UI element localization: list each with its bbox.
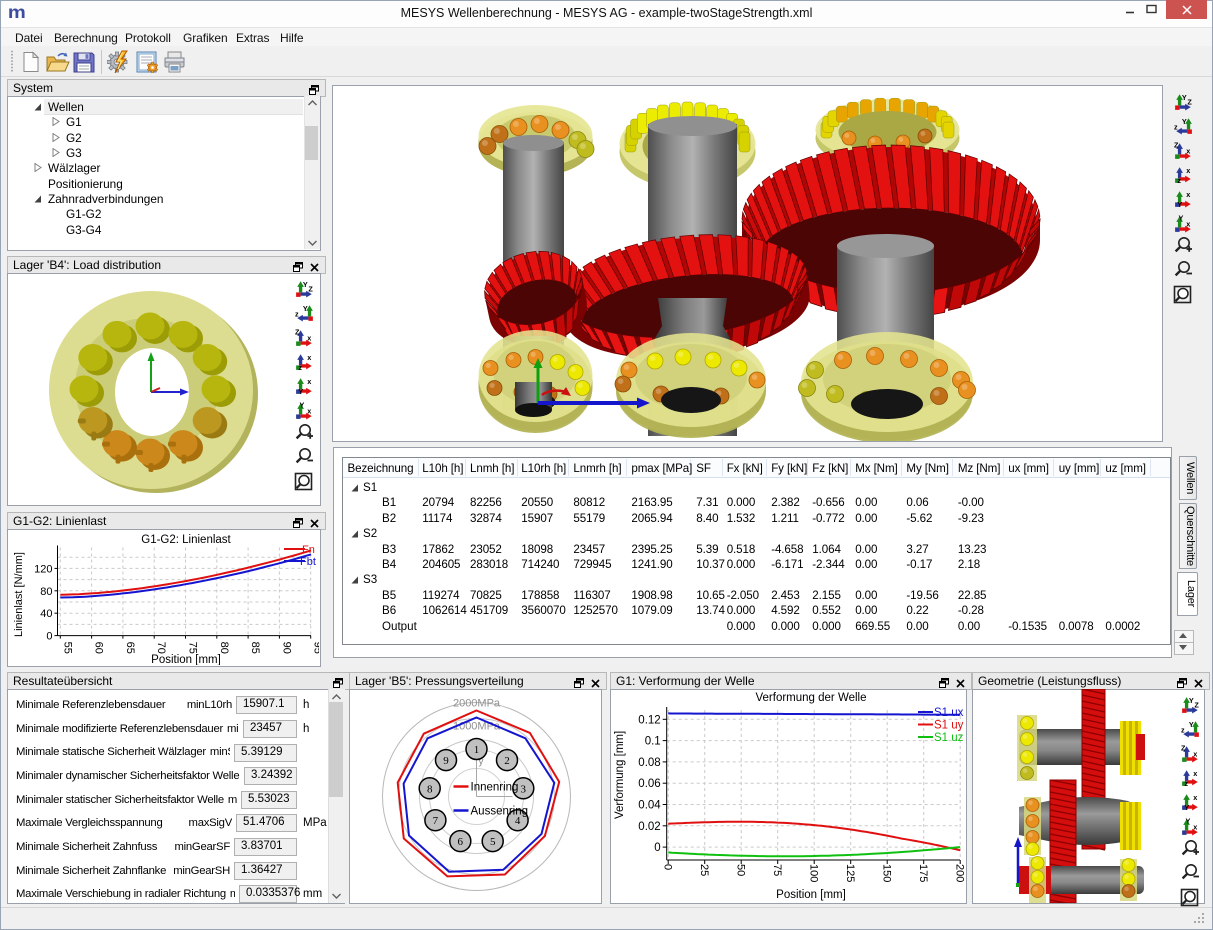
svg-text:x: x: [307, 353, 311, 362]
svg-text:Verformung der Welle: Verformung der Welle: [755, 692, 866, 704]
svg-text:25: 25: [698, 864, 710, 876]
svg-text:6: 6: [458, 836, 464, 848]
svg-text:0: 0: [46, 631, 52, 643]
svg-text:55: 55: [61, 642, 73, 654]
svg-text:0.04: 0.04: [638, 800, 661, 812]
svg-text:2000MPa: 2000MPa: [453, 698, 501, 710]
svg-text:Y: Y: [1185, 817, 1190, 826]
svg-text:5: 5: [490, 836, 496, 848]
svg-text:Y: Y: [303, 304, 308, 313]
svg-text:z: z: [295, 310, 299, 319]
svg-text:Position [mm]: Position [mm]: [151, 654, 221, 665]
svg-text:Z: Z: [1194, 700, 1199, 709]
svg-text:Z: Z: [1174, 141, 1179, 150]
svg-text:0: 0: [654, 842, 660, 854]
svg-text:0.1: 0.1: [645, 736, 661, 748]
svg-text:80: 80: [40, 586, 52, 598]
svg-text:0.12: 0.12: [638, 714, 660, 726]
svg-text:x: x: [307, 377, 311, 386]
svg-text:90: 90: [280, 642, 292, 654]
svg-text:x: x: [1193, 822, 1197, 831]
svg-text:Z: Z: [295, 328, 300, 337]
svg-text:Y: Y: [298, 387, 303, 395]
svg-text:x: x: [1193, 769, 1197, 778]
svg-text:85: 85: [249, 642, 261, 654]
svg-text:65: 65: [124, 642, 136, 654]
svg-text:0.08: 0.08: [638, 757, 660, 769]
svg-text:0: 0: [662, 864, 674, 870]
svg-text:S1 uz: S1 uz: [934, 732, 964, 744]
svg-text:150: 150: [881, 864, 893, 882]
svg-text:x: x: [1186, 190, 1190, 199]
svg-text:1000MPa: 1000MPa: [453, 721, 501, 733]
svg-text:Y: Y: [1184, 803, 1189, 811]
svg-text:200: 200: [954, 864, 966, 882]
svg-text:Fn: Fn: [302, 544, 315, 556]
svg-text:Z: Z: [308, 284, 313, 293]
svg-text:75: 75: [187, 642, 199, 654]
svg-text:175: 175: [917, 864, 929, 882]
svg-text:Y: Y: [1182, 117, 1187, 126]
svg-text:x: x: [1193, 749, 1197, 758]
svg-text:Position [mm]: Position [mm]: [776, 889, 846, 901]
svg-text:95: 95: [312, 642, 319, 654]
svg-text:S1 uy: S1 uy: [934, 720, 964, 732]
svg-text:S1 ux: S1 ux: [934, 707, 964, 719]
svg-text:7: 7: [433, 815, 439, 827]
svg-text:x: x: [1186, 146, 1190, 155]
svg-text:0.06: 0.06: [638, 778, 660, 790]
svg-text:Y: Y: [1182, 93, 1187, 102]
svg-text:100: 100: [808, 864, 820, 882]
svg-text:z: z: [298, 363, 302, 371]
svg-text:3: 3: [521, 783, 527, 795]
svg-text:125: 125: [844, 864, 856, 882]
svg-text:G1-G2: Linienlast: G1-G2: Linienlast: [141, 534, 231, 546]
svg-text:Y: Y: [1189, 720, 1194, 729]
svg-text:40: 40: [40, 608, 52, 620]
svg-text:120: 120: [34, 563, 52, 575]
svg-text:9: 9: [443, 755, 449, 767]
svg-text:75: 75: [771, 864, 783, 876]
svg-text:Aussenring: Aussenring: [471, 806, 529, 818]
svg-text:Linienlast [N/mm]: Linienlast [N/mm]: [13, 552, 25, 637]
svg-text:60: 60: [93, 642, 105, 654]
svg-text:Y: Y: [1177, 200, 1182, 208]
svg-text:Y: Y: [299, 401, 304, 410]
svg-text:Y: Y: [1178, 214, 1183, 223]
svg-text:Y: Y: [1189, 696, 1194, 705]
svg-text:x: x: [1186, 166, 1190, 175]
svg-text:70: 70: [155, 642, 167, 654]
svg-text:x: x: [307, 333, 311, 342]
svg-text:x: x: [1193, 793, 1197, 802]
svg-text:0.02: 0.02: [638, 821, 660, 833]
svg-text:Y: Y: [303, 280, 308, 289]
svg-text:50: 50: [735, 864, 747, 876]
svg-text:Fbt: Fbt: [300, 556, 316, 568]
svg-text:2: 2: [504, 755, 510, 767]
svg-text:80: 80: [218, 642, 230, 654]
svg-text:x: x: [1186, 219, 1190, 228]
svg-text:Innenring: Innenring: [471, 782, 519, 794]
svg-text:1: 1: [474, 744, 480, 756]
svg-text:z: z: [1174, 123, 1178, 132]
svg-text:8: 8: [427, 783, 433, 795]
svg-text:x: x: [307, 406, 311, 415]
svg-text:z: z: [1184, 779, 1188, 787]
svg-text:Z: Z: [1187, 97, 1192, 106]
svg-text:z: z: [1177, 176, 1181, 184]
svg-text:z: z: [1181, 726, 1185, 735]
svg-text:Verformung [mm]: Verformung [mm]: [614, 731, 626, 819]
svg-text:Z: Z: [1181, 744, 1186, 753]
